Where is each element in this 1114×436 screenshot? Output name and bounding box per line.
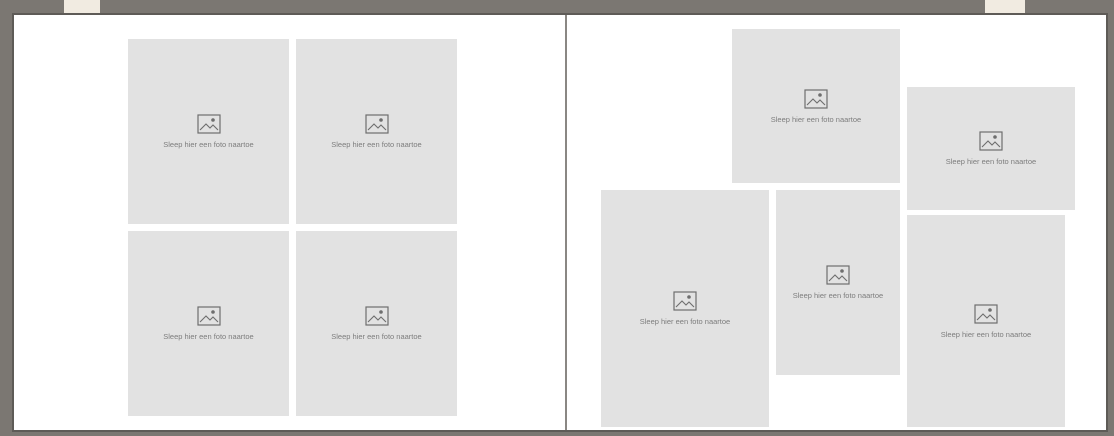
image-placeholder-icon	[673, 291, 697, 311]
photo-slot-left-1[interactable]: Sleep hier een foto naartoe	[128, 39, 289, 224]
image-placeholder-icon	[979, 131, 1003, 151]
drop-photo-label: Sleep hier een foto naartoe	[163, 140, 254, 149]
photo-slot-left-2[interactable]: Sleep hier een foto naartoe	[296, 39, 457, 224]
photobook-editor-canvas: Sleep hier een foto naartoe Sleep hier e…	[0, 0, 1114, 436]
photo-slot-right-3[interactable]: Sleep hier een foto naartoe	[601, 190, 769, 427]
image-placeholder-icon	[974, 303, 998, 324]
drop-photo-label: Sleep hier een foto naartoe	[163, 332, 254, 341]
photo-slot-right-4[interactable]: Sleep hier een foto naartoe	[776, 190, 900, 375]
drop-photo-label: Sleep hier een foto naartoe	[770, 114, 862, 124]
image-placeholder-icon	[826, 265, 850, 285]
photobook-spread: Sleep hier een foto naartoe Sleep hier e…	[12, 13, 1108, 432]
photo-slot-right-2[interactable]: Sleep hier een foto naartoe	[907, 87, 1075, 210]
photo-slot-left-3[interactable]: Sleep hier een foto naartoe	[128, 231, 289, 416]
drop-photo-label: Sleep hier een foto naartoe	[940, 329, 1032, 339]
image-placeholder-icon	[364, 306, 389, 326]
right-page[interactable]: Sleep hier een foto naartoe Sleep hier e…	[567, 15, 1106, 430]
drop-photo-label: Sleep hier een foto naartoe	[331, 332, 422, 341]
photo-slot-left-4[interactable]: Sleep hier een foto naartoe	[296, 231, 457, 416]
photo-slot-right-1[interactable]: Sleep hier een foto naartoe	[732, 29, 900, 183]
drop-photo-label: Sleep hier een foto naartoe	[331, 140, 422, 149]
image-placeholder-icon	[196, 306, 221, 326]
drop-photo-label: Sleep hier een foto naartoe	[639, 317, 731, 326]
image-placeholder-icon	[804, 88, 828, 109]
image-placeholder-icon	[364, 114, 389, 134]
image-placeholder-icon	[196, 114, 221, 134]
drop-photo-label: Sleep hier een foto naartoe	[945, 157, 1037, 166]
left-page[interactable]: Sleep hier een foto naartoe Sleep hier e…	[14, 15, 565, 430]
photo-slot-right-5[interactable]: Sleep hier een foto naartoe	[907, 215, 1065, 427]
drop-photo-label: Sleep hier een foto naartoe	[792, 291, 884, 300]
